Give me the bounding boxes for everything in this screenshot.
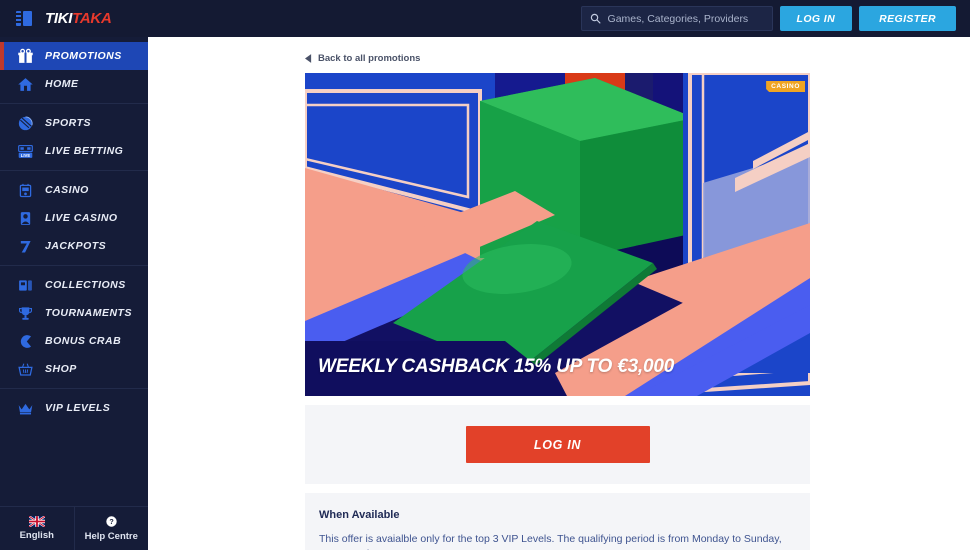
back-link-label: Back to all promotions [318, 53, 421, 64]
crab-icon [20, 334, 32, 348]
sidebar-item-collections[interactable]: COLLECTIONS [0, 271, 148, 299]
sidebar-item-label: HOME [45, 78, 79, 90]
football-icon [18, 115, 33, 130]
sidebar-item-shop[interactable]: SHOP [0, 355, 148, 383]
logo-text-secondary: TAKA [72, 10, 112, 27]
question-circle-icon: ? [106, 516, 117, 527]
main-login-button[interactable]: LOG IN [465, 426, 650, 463]
nav-group: SPORTS LIVE LIVE BETTING [0, 103, 148, 170]
sidebar-item-label: BONUS CRAB [45, 335, 122, 347]
sidebar-item-vip-levels[interactable]: VIP LEVELS [0, 394, 148, 422]
left-sidebar: PROMOTIONS HOME SPORTS LIVE LIVE BETTING… [0, 37, 148, 550]
help-centre-button[interactable]: ? Help Centre [73, 507, 149, 550]
when-available-card: When Available This offer is avaialble o… [305, 493, 810, 550]
sidebar-item-label: TOURNAMENTS [45, 307, 132, 319]
collections-icon [19, 279, 32, 291]
live-scoreboard-icon: LIVE [18, 144, 33, 158]
left-triangle-icon [305, 54, 312, 63]
sidebar-item-label: LIVE CASINO [45, 212, 118, 224]
crown-icon [18, 403, 33, 414]
uk-flag-icon [28, 516, 45, 527]
nav-group: PROMOTIONS HOME [0, 37, 148, 103]
help-centre-label: Help Centre [84, 531, 138, 542]
content-column: Back to all promotions CASINO WEEKLY CAS… [148, 37, 970, 550]
search-icon [590, 13, 601, 24]
logo-text: TIKITAKA [45, 10, 112, 27]
svg-text:?: ? [109, 518, 113, 526]
sidebar-nav-list: PROMOTIONS HOME SPORTS LIVE LIVE BETTING… [0, 37, 148, 506]
header-actions: LOG IN REGISTER [580, 6, 956, 31]
sidebar-item-label: COLLECTIONS [45, 279, 126, 291]
sidebar-item-live-casino[interactable]: LIVE CASINO [0, 204, 148, 232]
live-dealer-icon [20, 211, 31, 225]
app-root: TIKITAKA LOG IN REGISTER [0, 0, 970, 550]
section-heading: When Available [319, 509, 400, 521]
brand-logo[interactable]: TIKITAKA [16, 10, 112, 27]
home-icon [18, 77, 33, 91]
sidebar-item-jackpots[interactable]: JACKPOTS [0, 232, 148, 260]
sidebar-footer: English ? Help Centre [0, 506, 148, 550]
section-body: This offer is avaialble only for the top… [319, 533, 782, 550]
lucky-seven-icon [20, 240, 31, 252]
sidebar-item-casino[interactable]: CASINO [0, 176, 148, 204]
search-box[interactable] [580, 6, 773, 31]
promotion-banner[interactable]: CASINO WEEKLY CASHBACK 15% UP TO €3,000 [305, 73, 810, 396]
sidebar-item-bonus-crab[interactable]: BONUS CRAB [0, 327, 148, 355]
trophy-icon [18, 306, 33, 320]
banner-title: WEEKLY CASHBACK 15% UP TO €3,000 [318, 356, 675, 377]
sidebar-item-label: SHOP [45, 363, 77, 375]
nav-group: VIP LEVELS [0, 388, 148, 427]
header-login-button[interactable]: LOG IN [779, 6, 853, 31]
body-row: PROMOTIONS HOME SPORTS LIVE LIVE BETTING… [0, 37, 970, 550]
sidebar-item-home[interactable]: HOME [0, 70, 148, 98]
sidebar-item-label: JACKPOTS [45, 240, 107, 252]
gift-icon [18, 48, 33, 63]
language-label: English [19, 530, 54, 541]
sidebar-item-live-betting[interactable]: LIVE LIVE BETTING [0, 137, 148, 165]
sidebar-item-label: LIVE BETTING [45, 145, 124, 157]
header-register-button[interactable]: REGISTER [859, 6, 956, 31]
sidebar-item-label: CASINO [45, 184, 89, 196]
svg-text:LIVE: LIVE [21, 152, 31, 157]
sidebar-item-label: SPORTS [45, 117, 91, 129]
sidebar-item-sports[interactable]: SPORTS [0, 109, 148, 137]
sidebar-item-promotions[interactable]: PROMOTIONS [0, 42, 148, 70]
back-to-promotions-link[interactable]: Back to all promotions [305, 37, 420, 73]
nav-group: COLLECTIONS TOURNAMENTS BONUS CRAB SHOP [0, 265, 148, 388]
logo-text-primary: TIKI [45, 10, 73, 27]
language-selector[interactable]: English [0, 507, 74, 550]
casino-badge: CASINO [766, 81, 805, 92]
main-content: Back to all promotions CASINO WEEKLY CAS… [148, 37, 970, 550]
login-cta-card: LOG IN [305, 405, 810, 484]
slot-machine-icon [19, 183, 32, 197]
sidebar-item-tournaments[interactable]: TOURNAMENTS [0, 299, 148, 327]
top-header: TIKITAKA LOG IN REGISTER [0, 0, 970, 37]
search-input[interactable] [607, 12, 764, 25]
basket-icon [18, 363, 33, 376]
sidebar-item-label: VIP LEVELS [45, 402, 111, 414]
banner-artwork [305, 73, 810, 396]
sidebar-item-label: PROMOTIONS [45, 50, 122, 62]
stacked-bars-logo-icon [16, 11, 32, 26]
nav-group: CASINO LIVE CASINO JACKPOTS [0, 170, 148, 265]
